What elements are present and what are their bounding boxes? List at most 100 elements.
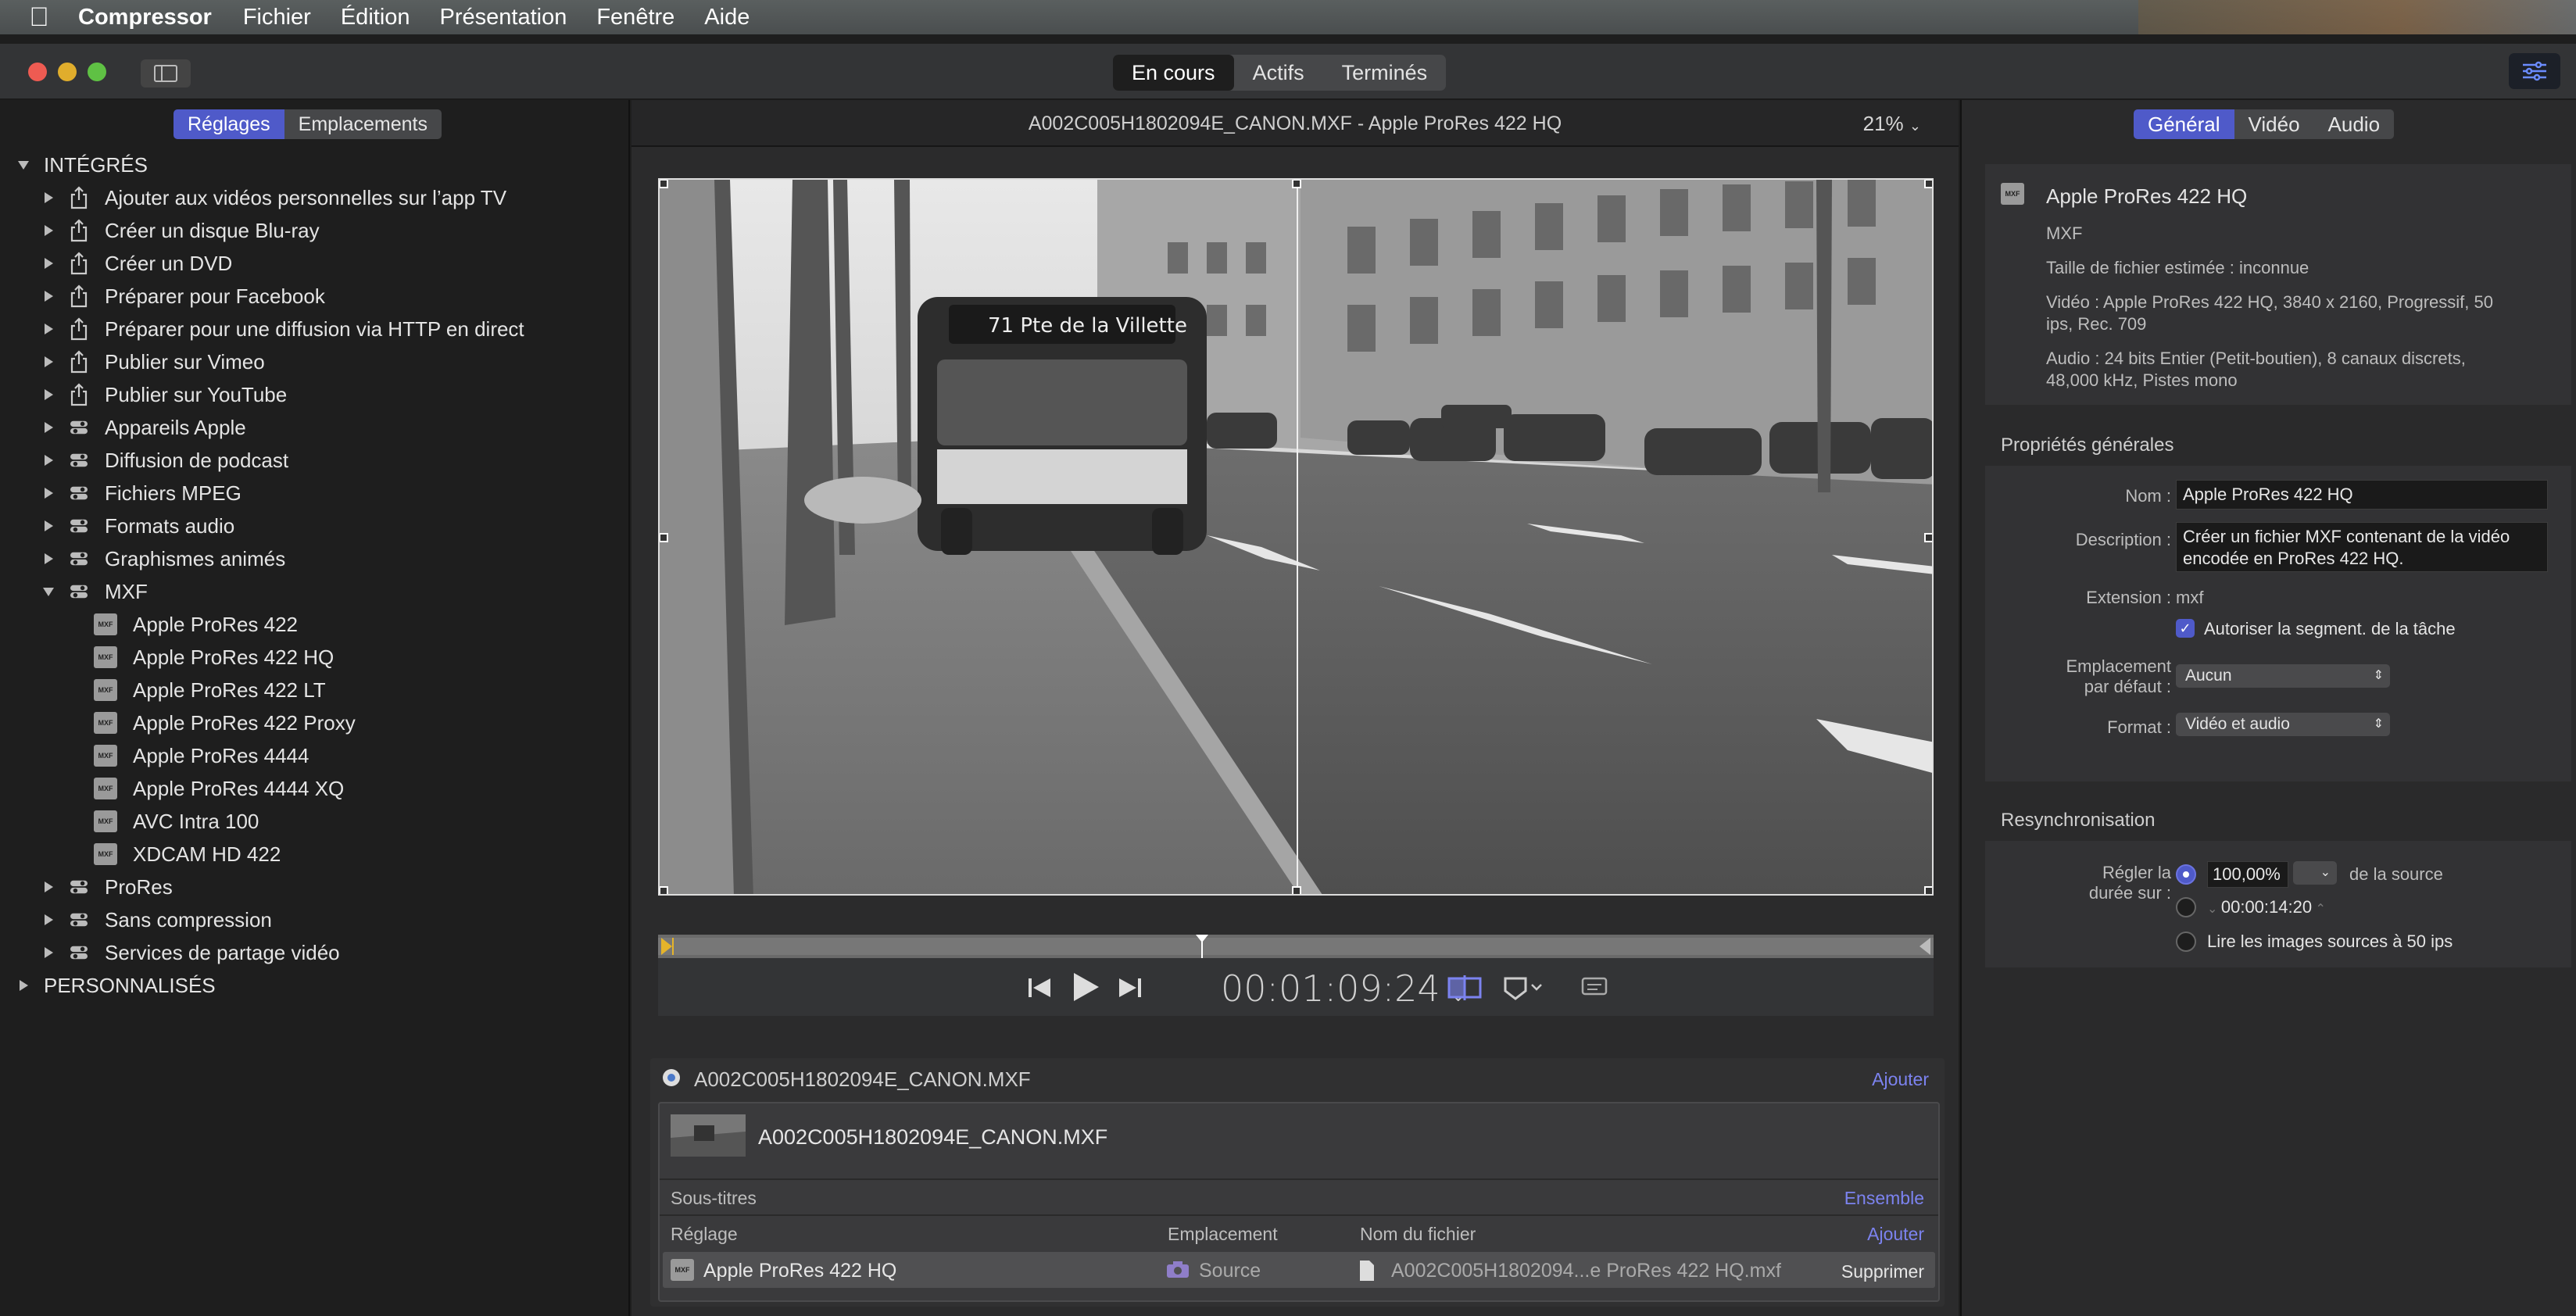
column-header-filename[interactable]: Nom du fichier bbox=[1360, 1224, 1476, 1245]
tree-item[interactable]: Publier sur YouTube bbox=[42, 378, 287, 411]
disclosure-closed-icon[interactable] bbox=[42, 290, 55, 302]
disclosure-closed-icon[interactable] bbox=[17, 979, 30, 992]
menu-presentation[interactable]: Présentation bbox=[440, 5, 567, 30]
disclosure-closed-icon[interactable] bbox=[42, 487, 55, 499]
tree-preset[interactable]: MXF Apple ProRes 422 bbox=[94, 608, 298, 641]
tree-preset[interactable]: MXF Apple ProRes 422 Proxy bbox=[94, 706, 356, 739]
disclosure-closed-icon[interactable] bbox=[42, 553, 55, 565]
tree-group[interactable]: Sans compression bbox=[42, 903, 272, 936]
read-at-rate-radio[interactable] bbox=[2176, 932, 2196, 952]
minimize-window-button[interactable] bbox=[58, 63, 77, 81]
next-icon[interactable] bbox=[1116, 975, 1143, 1000]
tree-preset[interactable]: MXF AVC Intra 100 bbox=[94, 805, 259, 838]
tab-en-cours[interactable]: En cours bbox=[1113, 55, 1234, 91]
disclosure-closed-icon[interactable] bbox=[42, 520, 55, 532]
tree-group[interactable]: Graphismes animés bbox=[42, 542, 285, 575]
menu-app-name[interactable]: Compressor bbox=[78, 5, 212, 30]
tree-preset[interactable]: MXF Apple ProRes 4444 XQ bbox=[94, 772, 344, 805]
tree-section-personnalises[interactable]: PERSONNALISÉS bbox=[17, 969, 216, 1002]
add-output-button[interactable]: Ajouter bbox=[1872, 1069, 1929, 1090]
timecode-display[interactable]: 00:01:09:24⌄ bbox=[1221, 967, 1465, 1010]
output-row[interactable]: MXF Apple ProRes 422 HQ Source A002C005H… bbox=[663, 1252, 1935, 1288]
crop-handle[interactable] bbox=[660, 180, 668, 188]
crop-handle[interactable] bbox=[660, 533, 668, 542]
tree-group[interactable]: Appareils Apple bbox=[42, 411, 246, 444]
tab-actifs[interactable]: Actifs bbox=[1234, 55, 1323, 91]
delete-output-button[interactable]: Supprimer bbox=[1841, 1261, 1924, 1282]
zoom-popup[interactable]: 21% ⌄ bbox=[1863, 100, 1921, 149]
duration-stepper[interactable]: ⌄ 00:00:14:20 ⌃ bbox=[2207, 897, 2326, 917]
marker-icon[interactable] bbox=[1502, 975, 1546, 1000]
menu-edition[interactable]: Édition bbox=[341, 5, 410, 30]
sidebar-toggle-button[interactable] bbox=[141, 59, 191, 88]
previous-icon[interactable] bbox=[1027, 975, 1054, 1000]
split-view-icon[interactable] bbox=[1446, 975, 1483, 1000]
tree-item[interactable]: Ajouter aux vidéos personnelles sur l’ap… bbox=[42, 181, 506, 214]
tree-preset[interactable]: MXF Apple ProRes 422 HQ bbox=[94, 641, 334, 674]
tab-reglages[interactable]: Réglages bbox=[174, 109, 284, 139]
play-icon[interactable] bbox=[1069, 971, 1100, 1003]
tab-video[interactable]: Vidéo bbox=[2234, 109, 2314, 139]
timeline-scrubber[interactable] bbox=[658, 935, 1934, 958]
menu-aide[interactable]: Aide bbox=[704, 5, 750, 30]
disclosure-closed-icon[interactable] bbox=[42, 914, 55, 926]
tree-group[interactable]: Services de partage vidéo bbox=[42, 936, 340, 969]
percent-radio[interactable] bbox=[2176, 864, 2196, 885]
disclosure-closed-icon[interactable] bbox=[42, 454, 55, 467]
tree-item[interactable]: Préparer pour Facebook bbox=[42, 280, 325, 313]
column-header-setting[interactable]: Réglage bbox=[671, 1224, 738, 1245]
segment-checkbox[interactable]: ✓ bbox=[2176, 619, 2195, 638]
tree-group[interactable]: Diffusion de podcast bbox=[42, 444, 288, 477]
tree-group[interactable]: Formats audio bbox=[42, 510, 234, 542]
disclosure-closed-icon[interactable] bbox=[42, 946, 55, 959]
format-popup[interactable]: Vidéo et audio ⇕ bbox=[2176, 713, 2390, 736]
disclosure-open-icon[interactable] bbox=[17, 159, 30, 171]
tree-preset[interactable]: MXF Apple ProRes 4444 bbox=[94, 739, 309, 772]
disclosure-closed-icon[interactable] bbox=[42, 388, 55, 401]
add-setting-button[interactable]: Ajouter bbox=[1867, 1224, 1924, 1245]
disclosure-closed-icon[interactable] bbox=[42, 191, 55, 204]
description-input[interactable]: Créer un fichier MXF contenant de la vid… bbox=[2176, 522, 2548, 572]
percent-popup[interactable]: ⌄ bbox=[2293, 861, 2337, 885]
tab-audio[interactable]: Audio bbox=[2313, 109, 2395, 139]
crop-handle[interactable] bbox=[1292, 886, 1301, 894]
menu-fichier[interactable]: Fichier bbox=[243, 5, 311, 30]
tree-item[interactable]: Publier sur Vimeo bbox=[42, 345, 265, 378]
tab-termines[interactable]: Terminés bbox=[1323, 55, 1447, 91]
tree-group-mxf[interactable]: MXF bbox=[42, 575, 148, 608]
tree-item[interactable]: Préparer pour une diffusion via HTTP en … bbox=[42, 313, 524, 345]
name-input[interactable]: Apple ProRes 422 HQ bbox=[2176, 480, 2548, 510]
job-card[interactable]: A002C005H1802094E_CANON.MXF Sous-titres … bbox=[658, 1102, 1940, 1302]
crop-handle[interactable] bbox=[1924, 886, 1932, 894]
tree-section-integres[interactable]: INTÉGRÉS bbox=[17, 148, 148, 181]
tab-general[interactable]: Général bbox=[2134, 109, 2234, 139]
crop-handle[interactable] bbox=[660, 886, 668, 894]
column-header-location[interactable]: Emplacement bbox=[1168, 1224, 1278, 1245]
disclosure-open-icon[interactable] bbox=[42, 585, 55, 598]
crop-handle[interactable] bbox=[1924, 180, 1932, 188]
crop-handle[interactable] bbox=[1924, 533, 1932, 542]
disclosure-closed-icon[interactable] bbox=[42, 881, 55, 893]
crop-handle[interactable] bbox=[1292, 180, 1301, 188]
split-view-divider[interactable] bbox=[1297, 180, 1298, 894]
disclosure-closed-icon[interactable] bbox=[42, 224, 55, 237]
menu-fenetre[interactable]: Fenêtre bbox=[596, 5, 674, 30]
zoom-window-button[interactable] bbox=[88, 63, 106, 81]
ensemble-button[interactable]: Ensemble bbox=[1844, 1188, 1924, 1209]
default-location-popup[interactable]: Aucun ⇕ bbox=[2176, 664, 2390, 688]
captions-icon[interactable] bbox=[1580, 975, 1608, 1000]
tree-item[interactable]: Créer un DVD bbox=[42, 247, 232, 280]
disclosure-closed-icon[interactable] bbox=[42, 421, 55, 434]
disclosure-closed-icon[interactable] bbox=[42, 356, 55, 368]
inspector-toggle-button[interactable] bbox=[2509, 53, 2560, 89]
disclosure-closed-icon[interactable] bbox=[42, 257, 55, 270]
video-preview[interactable]: 71 Pte de la Villette bbox=[658, 178, 1934, 896]
tree-group[interactable]: ProRes bbox=[42, 871, 173, 903]
close-window-button[interactable] bbox=[28, 63, 47, 81]
apple-icon[interactable]:  bbox=[0, 2, 78, 33]
tree-item[interactable]: Créer un disque Blu-ray bbox=[42, 214, 320, 247]
output-filename[interactable]: A002C005H1802094...e ProRes 422 HQ.mxf bbox=[1391, 1260, 1781, 1282]
tree-preset[interactable]: MXF XDCAM HD 422 bbox=[94, 838, 281, 871]
duration-radio[interactable] bbox=[2176, 897, 2196, 917]
tree-preset[interactable]: MXF Apple ProRes 422 LT bbox=[94, 674, 326, 706]
